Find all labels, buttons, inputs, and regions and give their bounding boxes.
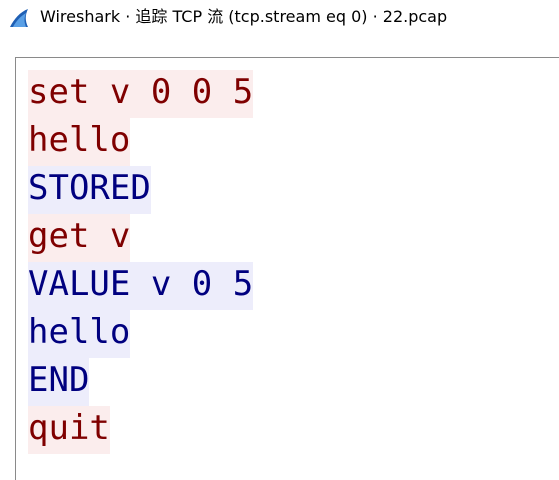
stream-line-text: END — [28, 358, 90, 406]
stream-line-text: set v 0 0 5 — [28, 70, 254, 118]
stream-line-server: STORED — [28, 164, 253, 214]
stream-line-client: get v — [28, 212, 253, 262]
stream-line-server: hello — [28, 308, 253, 358]
follow-tcp-stream-window: Wireshark · 追踪 TCP 流 (tcp.stream eq 0) ·… — [0, 0, 559, 480]
stream-line-client: set v 0 0 5 — [28, 68, 254, 118]
stream-line-text: hello — [28, 310, 131, 358]
window-title: Wireshark · 追踪 TCP 流 (tcp.stream eq 0) ·… — [40, 7, 448, 26]
wireshark-fin-icon — [10, 9, 28, 27]
stream-line-text: quit — [28, 406, 110, 454]
stream-content-pane[interactable]: set v 0 0 5 hello STORED get v VALUE v 0… — [15, 57, 559, 480]
tcp-stream-text[interactable]: set v 0 0 5 hello STORED get v VALUE v 0… — [28, 68, 254, 454]
stream-line-client: quit — [28, 404, 253, 454]
stream-line-client: hello — [28, 116, 253, 166]
stream-line-text: get v — [28, 214, 131, 262]
stream-line-text: VALUE v 0 5 — [28, 262, 254, 310]
stream-line-text: STORED — [28, 166, 151, 214]
title-bar[interactable]: Wireshark · 追踪 TCP 流 (tcp.stream eq 0) ·… — [0, 0, 559, 36]
stream-line-server: END — [28, 356, 253, 406]
stream-line-server: VALUE v 0 5 — [28, 260, 254, 310]
stream-line-text: hello — [28, 118, 131, 166]
